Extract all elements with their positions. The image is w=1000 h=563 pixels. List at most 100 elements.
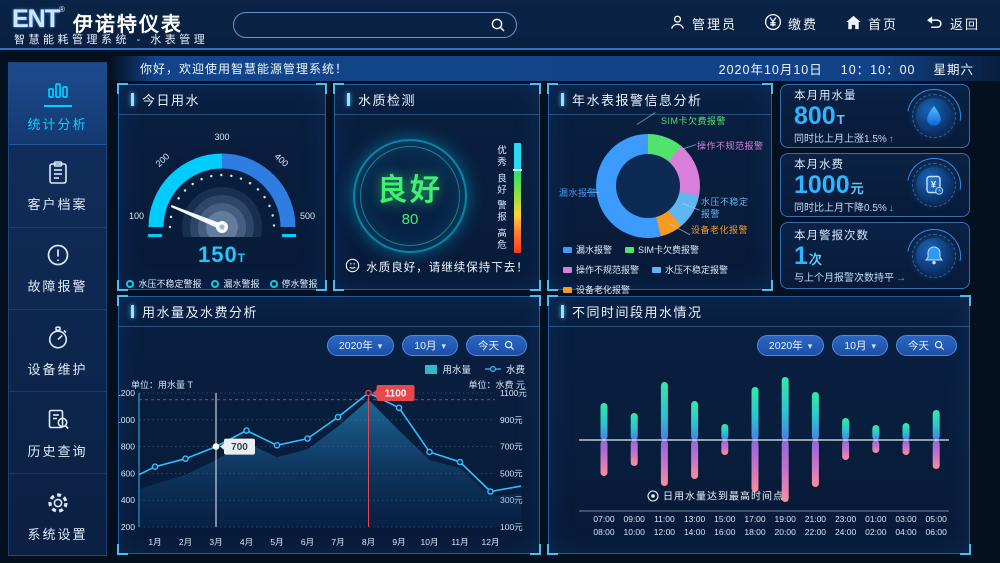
card-time-period-usage: 不同时间段用水情况 2020年 10月 今天 07:0008:0009:0010… (548, 296, 970, 554)
bar-down (812, 440, 819, 487)
stat-title: 本月警报次数 (794, 227, 906, 243)
sidebar-item-maintenance[interactable]: 设备维护 (9, 310, 106, 392)
system-subtitle: 智慧能耗管理系统 - 水表管理 (14, 31, 208, 47)
donut-callout-leak: 漏水报警 (559, 188, 597, 200)
legend-swatch (563, 287, 572, 293)
sidebar-item-statistics[interactable]: 统计分析 (9, 63, 106, 145)
sidebar-item-settings[interactable]: 系统设置 (9, 474, 106, 556)
gauge-tick: 300 (214, 132, 229, 142)
legend-item[interactable]: 漏水报警 (563, 243, 612, 256)
nav-admin[interactable]: 管理员 (669, 13, 737, 34)
welcome-strip: 你好，欢迎使用智慧能源管理系统！ 2020年10月10日 10：10：00 星期… (112, 56, 1000, 81)
legend-item[interactable]: 水压不稳定报警 (652, 263, 728, 276)
legend-item[interactable]: 设备老化报警 (563, 283, 630, 296)
bar-chart-icon (44, 74, 72, 107)
line-marker-icon (485, 365, 501, 373)
gauge-tick: 100 (129, 211, 144, 221)
svg-text:2月: 2月 (179, 537, 192, 547)
sidebar: 统计分析 客户档案 故障报警 设备维护 (8, 62, 107, 556)
nav-back[interactable]: 返回 (925, 13, 980, 34)
user-icon (669, 14, 686, 34)
bar-down (872, 440, 879, 453)
yen-circle-icon (764, 13, 782, 34)
today-filter[interactable]: 今天 (466, 335, 527, 356)
svg-text:1月: 1月 (148, 537, 161, 547)
search-icon[interactable] (490, 17, 506, 33)
bar-up (812, 392, 819, 440)
history-search-icon (44, 406, 72, 434)
sidebar-item-fault-alarm[interactable]: 故障报警 (9, 228, 106, 310)
header-nav: 管理员 缴费 首页 (669, 13, 980, 34)
month-filter[interactable]: 10月 (402, 335, 458, 356)
svg-text:200: 200 (121, 522, 135, 532)
card-title: 今日用水 (119, 85, 325, 115)
donut-legend: 漏水报警 SIM卡欠费报警 操作不规范报警 水压不稳定报警 设备老化报警 (563, 243, 763, 296)
trend-up-icon: ↑ (889, 134, 894, 145)
svg-text:20:00: 20:00 (775, 527, 797, 537)
legend-item-usage[interactable]: 用水量 (425, 362, 471, 376)
svg-text:7月: 7月 (331, 537, 344, 547)
stopwatch-icon (44, 324, 72, 352)
quality-message: 水质良好，请继续保持下去！ (335, 258, 539, 276)
svg-text:16:00: 16:00 (714, 527, 736, 537)
bar-down (661, 440, 668, 486)
registered-mark: ® (59, 5, 65, 14)
legend-swatch (652, 267, 661, 273)
water-gauge: 100 200 300 400 500 (128, 131, 316, 237)
data-point (457, 459, 462, 464)
time-period-chart: 07:0008:0009:0010:0011:0012:0013:0014:00… (549, 361, 971, 553)
nav-pay[interactable]: 缴费 (764, 13, 818, 34)
svg-text:01:00: 01:00 (865, 514, 887, 524)
search-bar[interactable] (233, 12, 517, 38)
year-filter[interactable]: 2020年 (757, 335, 824, 356)
bar-up (601, 403, 608, 440)
svg-text:14:00: 14:00 (684, 527, 706, 537)
home-icon (845, 14, 862, 34)
chart-filters: 2020年 10月 今天 (327, 335, 527, 356)
chevron-down-icon (441, 340, 446, 352)
donut-callout-sim: SIM卡欠费报警 (661, 116, 726, 128)
today-filter[interactable]: 今天 (896, 335, 957, 356)
svg-text:4月: 4月 (240, 537, 253, 547)
header-bar: ENT® 伊诺特仪表 智慧能耗管理系统 - 水表管理 管理员 (0, 0, 1000, 50)
gauge-tick: 500 (300, 211, 315, 221)
svg-text:10月: 10月 (421, 537, 439, 547)
logo-ent: ENT (12, 5, 59, 34)
search-input[interactable] (234, 13, 490, 37)
svg-text:1100元: 1100元 (500, 388, 527, 398)
chevron-down-icon (378, 340, 383, 352)
donut-callout-aging: 设备老化报警 (691, 225, 748, 237)
card-title: 不同时间段用水情况 (549, 297, 969, 327)
bars-up (601, 377, 940, 440)
nav-home[interactable]: 首页 (845, 13, 898, 34)
clipboard-icon (44, 159, 72, 187)
sidebar-item-customers[interactable]: 客户档案 (9, 145, 106, 227)
year-filter[interactable]: 2020年 (327, 335, 394, 356)
stat-value: 1次 (794, 243, 906, 269)
stat-note: 同时比上月上涨1.5%↑ (794, 130, 894, 145)
sidebar-item-history[interactable]: 历史查询 (9, 392, 106, 474)
trend-flat-icon: → (896, 273, 906, 284)
svg-text:8月: 8月 (362, 537, 375, 547)
bar-down (631, 440, 638, 466)
svg-text:12:00: 12:00 (654, 527, 676, 537)
data-point (427, 449, 432, 454)
card-title: 用水量及水费分析 (119, 297, 539, 327)
svg-text:¥: ¥ (931, 180, 937, 191)
quality-scale: 优秀 良好 警报 高危 (493, 143, 521, 253)
legend-item-fee[interactable]: 水费 (485, 362, 525, 376)
data-point (366, 390, 371, 395)
legend-item: 水压不稳定警报 (126, 277, 201, 290)
svg-text:13:00: 13:00 (684, 514, 706, 524)
svg-text:6月: 6月 (301, 537, 314, 547)
gauge-legend: 水压不稳定警报 漏水警报 停水警报 (119, 277, 325, 290)
svg-text:06:00: 06:00 (926, 527, 948, 537)
bar-up (782, 377, 789, 440)
svg-text:05:00: 05:00 (926, 514, 948, 524)
legend-item[interactable]: 操作不规范报警 (563, 263, 639, 276)
quality-gradient-bar (514, 143, 521, 253)
legend-item[interactable]: SIM卡欠费报警 (625, 243, 699, 256)
data-point (244, 428, 249, 433)
stat-note: 与上个月报警次数持平→ (794, 269, 906, 284)
month-filter[interactable]: 10月 (832, 335, 888, 356)
